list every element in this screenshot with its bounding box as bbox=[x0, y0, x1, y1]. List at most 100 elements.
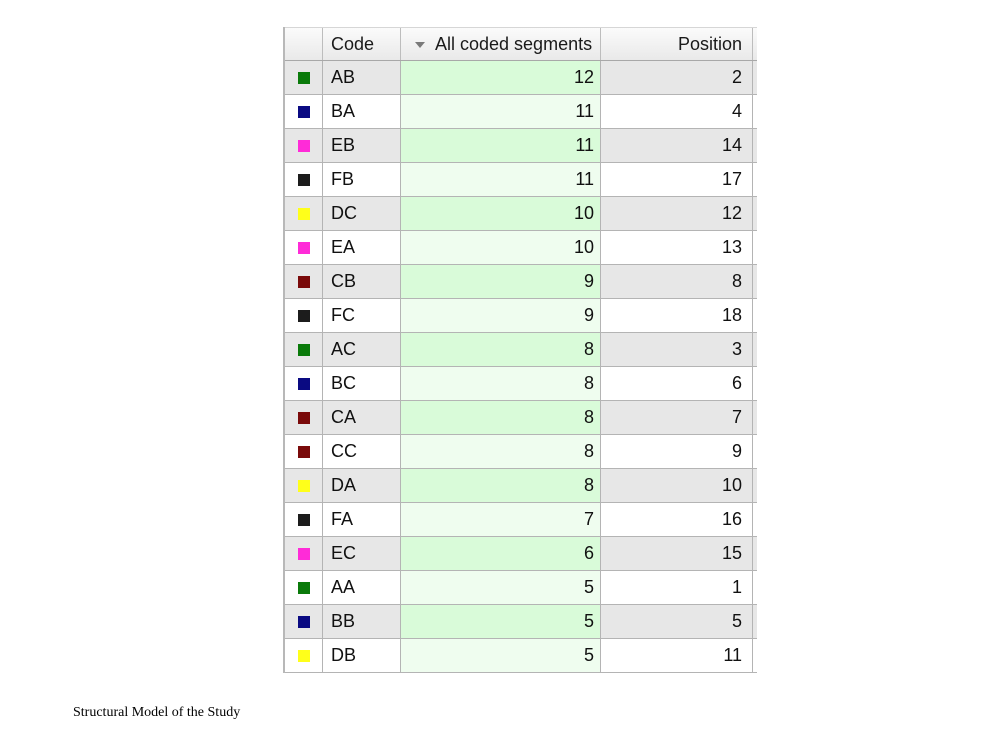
code-color-swatch bbox=[297, 581, 310, 594]
header-position[interactable]: Position bbox=[601, 28, 753, 60]
code-color-cell bbox=[285, 197, 323, 230]
code-color-cell bbox=[285, 299, 323, 332]
code-color-cell bbox=[285, 571, 323, 604]
table-body: AB 12 2 BA 11 4 EB 11 14 FB 11 17 DC 10 12 EA 10 13 CB 9 8 FC… bbox=[285, 61, 757, 673]
table-header: Code All coded segments Position bbox=[285, 27, 757, 61]
position-cell: 15 bbox=[601, 537, 753, 570]
code-cell: DC bbox=[323, 197, 401, 230]
code-color-cell bbox=[285, 163, 323, 196]
table-row[interactable]: EA 10 13 bbox=[285, 231, 757, 265]
table-row[interactable]: EC 6 15 bbox=[285, 537, 757, 571]
code-color-swatch bbox=[297, 445, 310, 458]
code-color-cell bbox=[285, 265, 323, 298]
segments-cell: 8 bbox=[401, 401, 601, 434]
code-color-swatch bbox=[297, 377, 310, 390]
code-cell: BA bbox=[323, 95, 401, 128]
table-row[interactable]: CB 9 8 bbox=[285, 265, 757, 299]
table-row[interactable]: BA 11 4 bbox=[285, 95, 757, 129]
segments-cell: 8 bbox=[401, 367, 601, 400]
header-code[interactable]: Code bbox=[323, 28, 401, 60]
code-color-cell bbox=[285, 61, 323, 94]
code-cell: EA bbox=[323, 231, 401, 264]
code-cell: AC bbox=[323, 333, 401, 366]
header-all-coded-segments[interactable]: All coded segments bbox=[401, 28, 601, 60]
code-cell: FC bbox=[323, 299, 401, 332]
code-color-swatch bbox=[297, 615, 310, 628]
code-color-cell bbox=[285, 469, 323, 502]
code-color-swatch bbox=[297, 173, 310, 186]
code-cell: CB bbox=[323, 265, 401, 298]
position-cell: 5 bbox=[601, 605, 753, 638]
code-color-swatch bbox=[297, 547, 310, 560]
position-cell: 13 bbox=[601, 231, 753, 264]
segments-cell: 5 bbox=[401, 605, 601, 638]
table-row[interactable]: AC 8 3 bbox=[285, 333, 757, 367]
code-color-swatch bbox=[297, 479, 310, 492]
segments-cell: 10 bbox=[401, 231, 601, 264]
code-cell: EB bbox=[323, 129, 401, 162]
code-color-swatch bbox=[297, 309, 310, 322]
sort-descending-icon bbox=[415, 42, 425, 48]
code-color-swatch bbox=[297, 105, 310, 118]
code-color-cell bbox=[285, 401, 323, 434]
table-row[interactable]: CA 8 7 bbox=[285, 401, 757, 435]
table-row[interactable]: FA 7 16 bbox=[285, 503, 757, 537]
table-row[interactable]: FC 9 18 bbox=[285, 299, 757, 333]
code-color-cell bbox=[285, 605, 323, 638]
position-cell: 3 bbox=[601, 333, 753, 366]
code-color-cell bbox=[285, 231, 323, 264]
position-cell: 11 bbox=[601, 639, 753, 672]
segments-cell: 5 bbox=[401, 571, 601, 604]
code-cell: BB bbox=[323, 605, 401, 638]
position-cell: 9 bbox=[601, 435, 753, 468]
segments-cell: 9 bbox=[401, 265, 601, 298]
table-row[interactable]: DB 5 11 bbox=[285, 639, 757, 673]
position-cell: 4 bbox=[601, 95, 753, 128]
table-row[interactable]: FB 11 17 bbox=[285, 163, 757, 197]
table-row[interactable]: DA 8 10 bbox=[285, 469, 757, 503]
position-cell: 14 bbox=[601, 129, 753, 162]
figure-caption: Structural Model of the Study bbox=[73, 705, 241, 720]
table-row[interactable]: BB 5 5 bbox=[285, 605, 757, 639]
code-color-swatch bbox=[297, 71, 310, 84]
code-cell: BC bbox=[323, 367, 401, 400]
code-cell: AB bbox=[323, 61, 401, 94]
position-cell: 2 bbox=[601, 61, 753, 94]
position-cell: 12 bbox=[601, 197, 753, 230]
code-color-cell bbox=[285, 95, 323, 128]
table-row[interactable]: DC 10 12 bbox=[285, 197, 757, 231]
segments-cell: 6 bbox=[401, 537, 601, 570]
position-cell: 7 bbox=[601, 401, 753, 434]
table-row[interactable]: BC 8 6 bbox=[285, 367, 757, 401]
segments-cell: 11 bbox=[401, 163, 601, 196]
table-row[interactable]: AB 12 2 bbox=[285, 61, 757, 95]
segments-cell: 11 bbox=[401, 129, 601, 162]
segments-cell: 7 bbox=[401, 503, 601, 536]
code-color-swatch bbox=[297, 139, 310, 152]
header-color-column[interactable] bbox=[285, 28, 323, 60]
code-color-cell bbox=[285, 503, 323, 536]
code-cell: CA bbox=[323, 401, 401, 434]
position-cell: 17 bbox=[601, 163, 753, 196]
segments-cell: 10 bbox=[401, 197, 601, 230]
segments-cell: 5 bbox=[401, 639, 601, 672]
position-cell: 10 bbox=[601, 469, 753, 502]
code-cell: DA bbox=[323, 469, 401, 502]
table-row[interactable]: CC 8 9 bbox=[285, 435, 757, 469]
segments-cell: 11 bbox=[401, 95, 601, 128]
code-table: Code All coded segments Position AB 12 2 BA… bbox=[283, 27, 757, 673]
code-color-cell bbox=[285, 333, 323, 366]
table-row[interactable]: AA 5 1 bbox=[285, 571, 757, 605]
segments-cell: 8 bbox=[401, 469, 601, 502]
code-color-swatch bbox=[297, 343, 310, 356]
code-color-cell bbox=[285, 367, 323, 400]
code-cell: AA bbox=[323, 571, 401, 604]
code-color-cell bbox=[285, 639, 323, 672]
code-color-swatch bbox=[297, 241, 310, 254]
table-row[interactable]: EB 11 14 bbox=[285, 129, 757, 163]
code-cell: FB bbox=[323, 163, 401, 196]
code-cell: DB bbox=[323, 639, 401, 672]
position-cell: 8 bbox=[601, 265, 753, 298]
segments-cell: 8 bbox=[401, 333, 601, 366]
segments-cell: 12 bbox=[401, 61, 601, 94]
